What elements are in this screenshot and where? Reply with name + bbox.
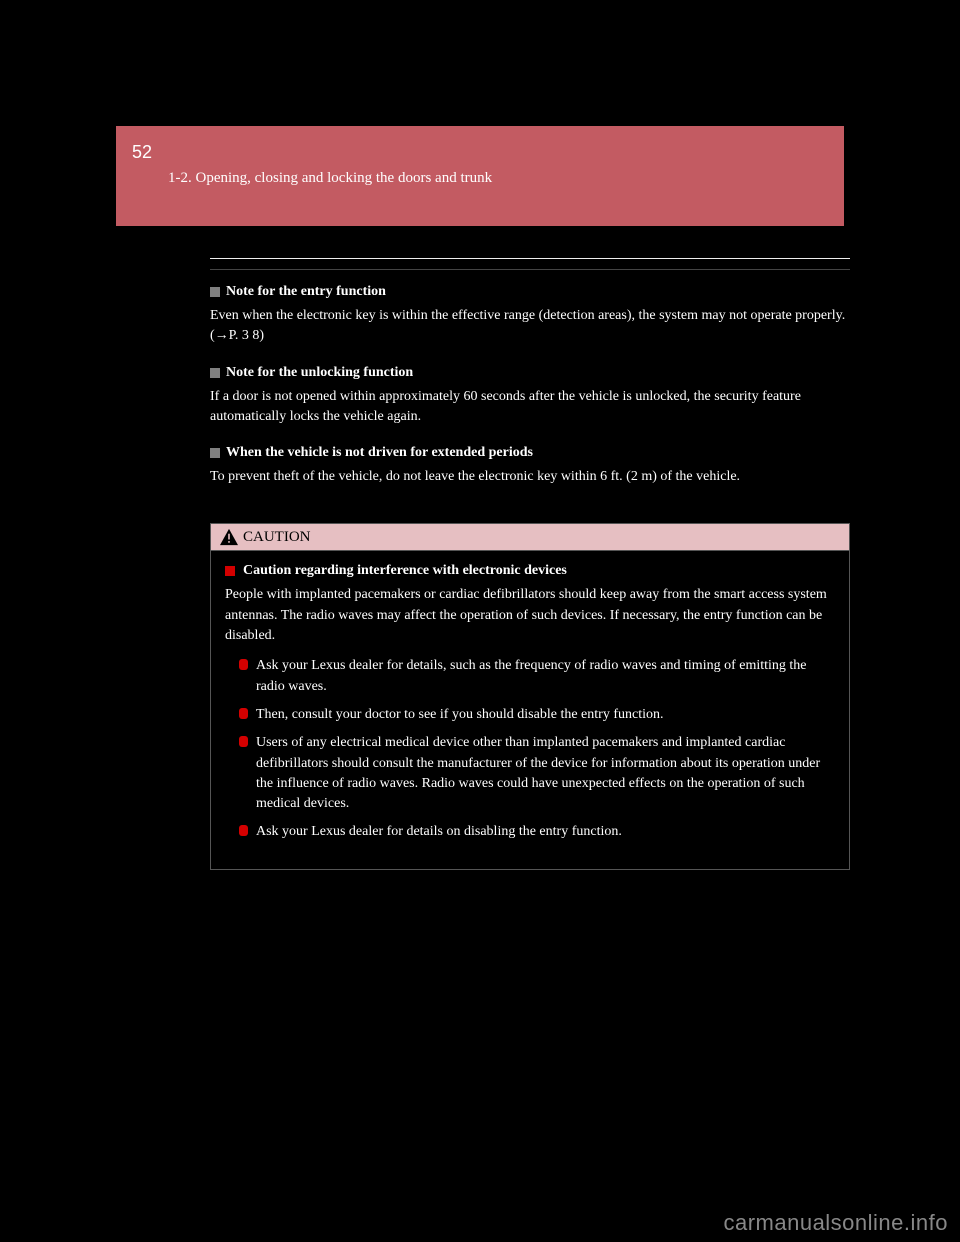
page-number: 52 xyxy=(132,142,152,163)
note-title-text: Note for the unlocking function xyxy=(226,365,413,381)
warning-triangle-icon xyxy=(219,528,239,546)
caution-lead: People with implanted pacemakers or card… xyxy=(225,585,835,646)
square-bullet-icon xyxy=(210,287,220,297)
rule-thin xyxy=(210,269,850,270)
caution-title: Caution regarding interference with elec… xyxy=(225,563,835,579)
note-body: To prevent theft of the vehicle, do not … xyxy=(210,467,850,487)
note-entry-function: Note for the entry function Even when th… xyxy=(210,284,850,347)
pill-bullet-icon xyxy=(239,736,248,747)
caution-body: Caution regarding interference with elec… xyxy=(211,551,849,868)
pill-bullet-icon xyxy=(239,659,248,670)
caution-header-label: CAUTION xyxy=(243,529,311,546)
pill-bullet-icon xyxy=(239,825,248,836)
caution-item: Users of any electrical medical device o… xyxy=(239,733,835,814)
square-bullet-icon xyxy=(210,368,220,378)
caution-title-text: Caution regarding interference with elec… xyxy=(243,563,567,579)
caution-item-text: Ask your Lexus dealer for details on dis… xyxy=(256,822,622,842)
note-heading: Note for the unlocking function xyxy=(210,365,850,381)
note-heading: Note for the entry function xyxy=(210,284,850,300)
caution-item-text: Ask your Lexus dealer for details, such … xyxy=(256,656,835,697)
caution-item: Then, consult your doctor to see if you … xyxy=(239,705,835,725)
rule-top xyxy=(210,258,850,259)
caution-header: CAUTION xyxy=(211,524,849,551)
page-reference-link[interactable]: →P. 3 8 xyxy=(215,328,260,343)
caution-item: Ask your Lexus dealer for details on dis… xyxy=(239,822,835,842)
note-body-before: Even when the electronic key is within t… xyxy=(210,308,845,343)
caution-box: CAUTION Caution regarding interference w… xyxy=(210,523,850,869)
content-area: Note for the entry function Even when th… xyxy=(210,258,850,870)
note-body: Even when the electronic key is within t… xyxy=(210,306,850,347)
section-label: 1-2. Opening, closing and locking the do… xyxy=(168,170,492,187)
note-unlocking-function: Note for the unlocking function If a doo… xyxy=(210,365,850,428)
caution-item: Ask your Lexus dealer for details, such … xyxy=(239,656,835,697)
square-bullet-red-icon xyxy=(225,566,235,576)
watermark: carmanualsonline.info xyxy=(723,1210,948,1236)
caution-item-text: Users of any electrical medical device o… xyxy=(256,733,835,814)
caution-item-text: Then, consult your doctor to see if you … xyxy=(256,705,663,725)
note-body: If a door is not opened within approxima… xyxy=(210,387,850,428)
square-bullet-icon xyxy=(210,448,220,458)
note-heading: When the vehicle is not driven for exten… xyxy=(210,445,850,461)
note-body-after: ) xyxy=(259,328,264,343)
note-title-text: When the vehicle is not driven for exten… xyxy=(226,445,533,461)
note-extended-periods: When the vehicle is not driven for exten… xyxy=(210,445,850,487)
note-title-text: Note for the entry function xyxy=(226,284,386,300)
manual-page: 52 1-2. Opening, closing and locking the… xyxy=(0,0,960,1242)
pill-bullet-icon xyxy=(239,708,248,719)
